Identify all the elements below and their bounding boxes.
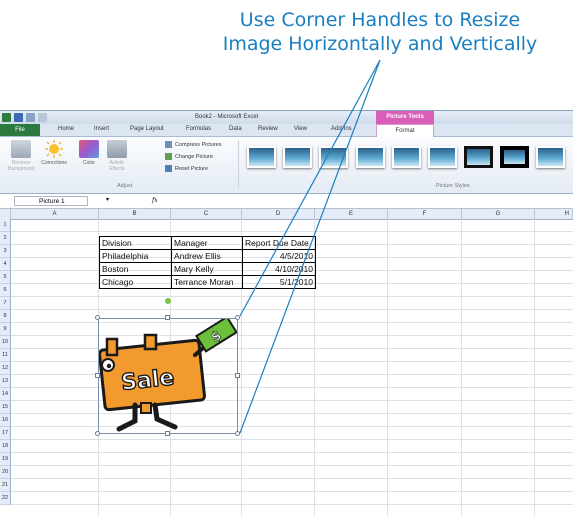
callout-pointer-lines [239,59,381,434]
pointer-line-bottom-right [239,59,381,434]
pointer-line-top-right [239,59,381,317]
